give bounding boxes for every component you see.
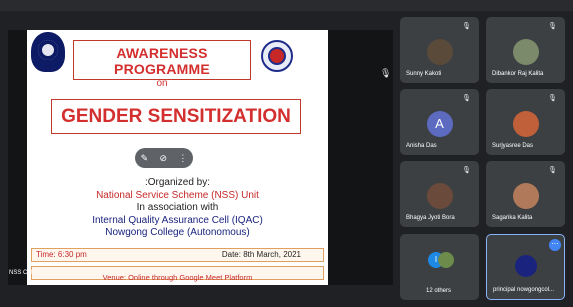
participant-name: Sunny Kakoti	[406, 71, 442, 77]
participant-name: 12 others	[426, 288, 452, 294]
mute-icon[interactable]: ⊘	[159, 153, 167, 164]
participant-name: Anisha Das	[406, 143, 437, 149]
muted-mic-icon: 🎙	[462, 95, 471, 102]
iqac-name: Internal Quality Assurance Cell (IQAC)	[92, 215, 263, 226]
college-logo-avatar	[514, 255, 537, 277]
event-time: Time: 6:30 pm	[36, 250, 87, 259]
participant-tile[interactable]: A 🎙 Anisha Das	[400, 89, 479, 155]
participant-tile-others[interactable]: I 12 others	[400, 234, 479, 300]
programme-heading-box: AWARENESS PROGRAMME on	[73, 40, 251, 89]
participant-tile[interactable]: 🎙 Sunny Kakoti	[400, 17, 479, 83]
main-title: GENDER SENSITIZATION	[61, 106, 291, 127]
participant-tile[interactable]: 🎙 Surjyasree Das	[486, 89, 565, 155]
venue-bar: Venue: Online through Google Meet Platfo…	[31, 266, 324, 282]
time-date-bar: Time: 6:30 pm Date: 8th March, 2021	[31, 248, 324, 262]
avatar: A	[426, 111, 453, 137]
avatar	[512, 183, 539, 209]
others-avatars: I	[428, 252, 458, 272]
muted-mic-icon: 🎙	[548, 23, 557, 30]
top-toolbar-strip	[0, 0, 573, 11]
participant-name: Dibankor Raj Kalita	[492, 71, 544, 77]
presenter-name: NSS Cell	[9, 270, 34, 276]
avatar	[426, 39, 453, 65]
presentation-slide: AWARENESS PROGRAMME on GENDER SENSITIZAT…	[27, 30, 328, 285]
participant-tile[interactable]: 🎙 Bhagya Jyoti Bora	[400, 161, 479, 227]
avatar	[438, 252, 454, 268]
college-logo	[31, 32, 65, 72]
participant-name: Bhagya Jyoti Bora	[406, 215, 455, 221]
participant-name: Surjyasree Das	[492, 143, 534, 149]
more-options-icon[interactable]: ⋮	[178, 153, 187, 164]
association-label: In association with	[136, 202, 219, 213]
muted-mic-icon: 🎙	[548, 167, 557, 174]
more-options-icon[interactable]: ⋯	[549, 239, 561, 251]
organizer-name: National Service Scheme (NSS) Unit	[96, 190, 259, 201]
muted-mic-icon: 🎙	[548, 95, 557, 102]
participant-name: Sagarika Kalita	[492, 215, 533, 221]
muted-mic-icon: 🎙	[462, 167, 471, 174]
participant-name: principal nowgongcol...	[493, 287, 555, 293]
programme-heading: AWARENESS PROGRAMME	[114, 45, 210, 77]
presentation-controls[interactable]: ✎ ⊘ ⋮	[135, 148, 193, 168]
main-title-box: GENDER SENSITIZATION	[51, 99, 301, 134]
organized-by-label: :Organized by:	[144, 177, 211, 188]
programme-on: on	[156, 78, 168, 89]
participant-tile[interactable]: 🎙 Sagarika Kalita	[486, 161, 565, 227]
presentation-stage[interactable]: AWARENESS PROGRAMME on GENDER SENSITIZAT…	[8, 30, 393, 285]
avatar	[426, 183, 453, 209]
event-venue: Venue: Online through Google Meet Platfo…	[102, 273, 253, 282]
college-name: Nowgong College (Autonomous)	[105, 227, 250, 238]
muted-mic-icon: 🎙	[380, 68, 392, 78]
participant-tile-active[interactable]: ⋯ principal nowgongcol...	[486, 234, 565, 300]
avatar	[512, 39, 539, 65]
event-date: Date: 8th March, 2021	[221, 250, 301, 259]
muted-mic-icon: 🎙	[462, 23, 471, 30]
nss-logo	[261, 40, 293, 72]
avatar	[512, 111, 539, 137]
pin-icon[interactable]: ✎	[141, 153, 149, 164]
participant-tile[interactable]: 🎙 Dibankor Raj Kalita	[486, 17, 565, 83]
